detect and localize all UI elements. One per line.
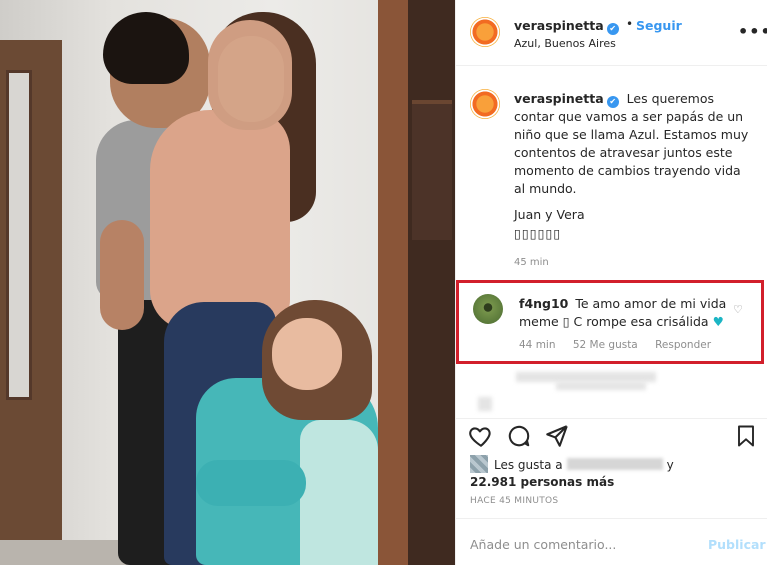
comment-likes[interactable]: 52 Me gusta bbox=[573, 339, 638, 351]
caption-time[interactable]: 45 min bbox=[514, 257, 549, 268]
photo-child-face bbox=[272, 318, 342, 390]
blurred-liker-name bbox=[566, 458, 663, 470]
caption-text: veraspinetta ✔ Les queremos contar que va… bbox=[514, 90, 754, 198]
photo-woman-face bbox=[218, 36, 284, 122]
save-bookmark-icon[interactable] bbox=[734, 423, 758, 449]
likes-prefix: Les gusta a bbox=[494, 458, 563, 472]
highlighted-comment: f4ng10 Te amo amor de mi vida meme ▯ C r… bbox=[456, 280, 764, 364]
post-location[interactable]: Azul, Buenos Aires bbox=[514, 37, 616, 50]
caption-username[interactable]: veraspinetta ✔ bbox=[514, 91, 619, 108]
photo-door-panel bbox=[412, 100, 452, 240]
post-photo[interactable] bbox=[0, 0, 455, 565]
photo-woman-body bbox=[150, 110, 290, 330]
caption-body: Les queremos contar que vamos a ser papá… bbox=[514, 91, 749, 196]
author-avatar[interactable] bbox=[470, 17, 500, 47]
comment-meta: 44 min 52 Me gusta Responder bbox=[519, 339, 725, 351]
action-bar bbox=[456, 418, 767, 454]
more-options-icon[interactable]: ••• bbox=[738, 22, 767, 41]
add-comment-input[interactable]: Añade un comentario... bbox=[470, 537, 616, 552]
post-timestamp[interactable]: HACE 45 MINUTOS bbox=[470, 496, 558, 506]
teal-heart-icon: ♥ bbox=[712, 314, 724, 329]
photo-door-right-dark bbox=[408, 0, 455, 565]
verified-badge-icon: ✔ bbox=[606, 23, 619, 35]
caption-signature: Juan y Vera bbox=[514, 207, 585, 222]
photo-child-sleeve bbox=[196, 460, 306, 506]
post-header: veraspinetta ✔ • Seguir Azul, Buenos Aire… bbox=[456, 0, 767, 66]
caption-emoji: ▯▯▯▯▯▯ bbox=[514, 226, 562, 241]
likes-count[interactable]: 22.981 personas más bbox=[470, 475, 614, 489]
like-heart-icon[interactable] bbox=[468, 423, 494, 449]
author-username[interactable]: veraspinetta ✔ bbox=[514, 18, 619, 35]
comment-avatar[interactable] bbox=[473, 294, 503, 324]
comment-username[interactable]: f4ng10 bbox=[519, 296, 568, 311]
comment-time[interactable]: 44 min bbox=[519, 339, 556, 351]
publish-button[interactable]: Publicar bbox=[708, 537, 766, 552]
blurred-comment-avatar bbox=[478, 397, 492, 411]
photo-door-glass bbox=[6, 70, 32, 400]
share-send-icon[interactable] bbox=[544, 423, 570, 449]
comment-text: f4ng10 Te amo amor de mi vida meme ▯ C r… bbox=[519, 295, 729, 331]
photo-child-jacket-panel bbox=[300, 420, 378, 565]
add-comment-bar: Añade un comentario... Publicar bbox=[456, 518, 767, 565]
liker-avatar bbox=[470, 455, 488, 473]
comment-bubble-icon[interactable] bbox=[506, 423, 532, 449]
blurred-comment-line bbox=[516, 372, 656, 382]
photo-man-arm bbox=[100, 220, 144, 330]
caption-avatar[interactable] bbox=[470, 89, 500, 119]
verified-badge-icon: ✔ bbox=[606, 96, 619, 108]
header-separator: • bbox=[626, 17, 634, 31]
post-caption: veraspinetta ✔ Les queremos contar que va… bbox=[456, 66, 767, 276]
post-panel: veraspinetta ✔ • Seguir Azul, Buenos Aire… bbox=[455, 0, 767, 565]
likes-summary[interactable]: Les gusta a y 22.981 personas más bbox=[470, 455, 674, 491]
follow-button[interactable]: Seguir bbox=[636, 18, 682, 33]
likes-suffix: y bbox=[666, 458, 674, 472]
comment-like-icon[interactable]: ♡ bbox=[733, 303, 743, 316]
comment-reply-button[interactable]: Responder bbox=[655, 339, 711, 351]
blurred-comment-line-2 bbox=[556, 382, 646, 390]
